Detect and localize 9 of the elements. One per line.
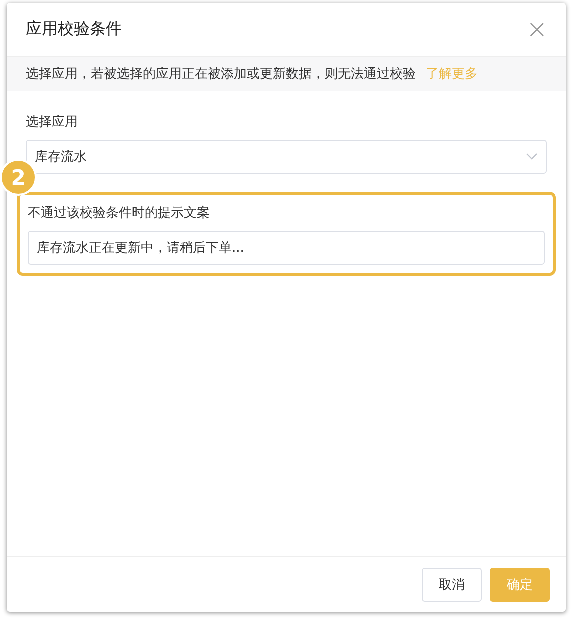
chevron-down-icon	[526, 153, 538, 161]
field-label: 不通过该校验条件时的提示文案	[28, 205, 211, 222]
notice-text: 选择应用，若被选择的应用正在被添加或更新数据，则无法通过校验	[26, 66, 416, 83]
field-label: 选择应用	[26, 114, 79, 131]
cancel-button[interactable]: 取消	[422, 568, 482, 602]
text-field[interactable]: 库存流水正在更新中，请稍后下单...	[28, 231, 545, 265]
step-badge: 2	[0, 159, 37, 196]
dialog-title: 应用校验条件	[26, 19, 122, 40]
select-field[interactable]: 库存流水	[26, 140, 547, 174]
